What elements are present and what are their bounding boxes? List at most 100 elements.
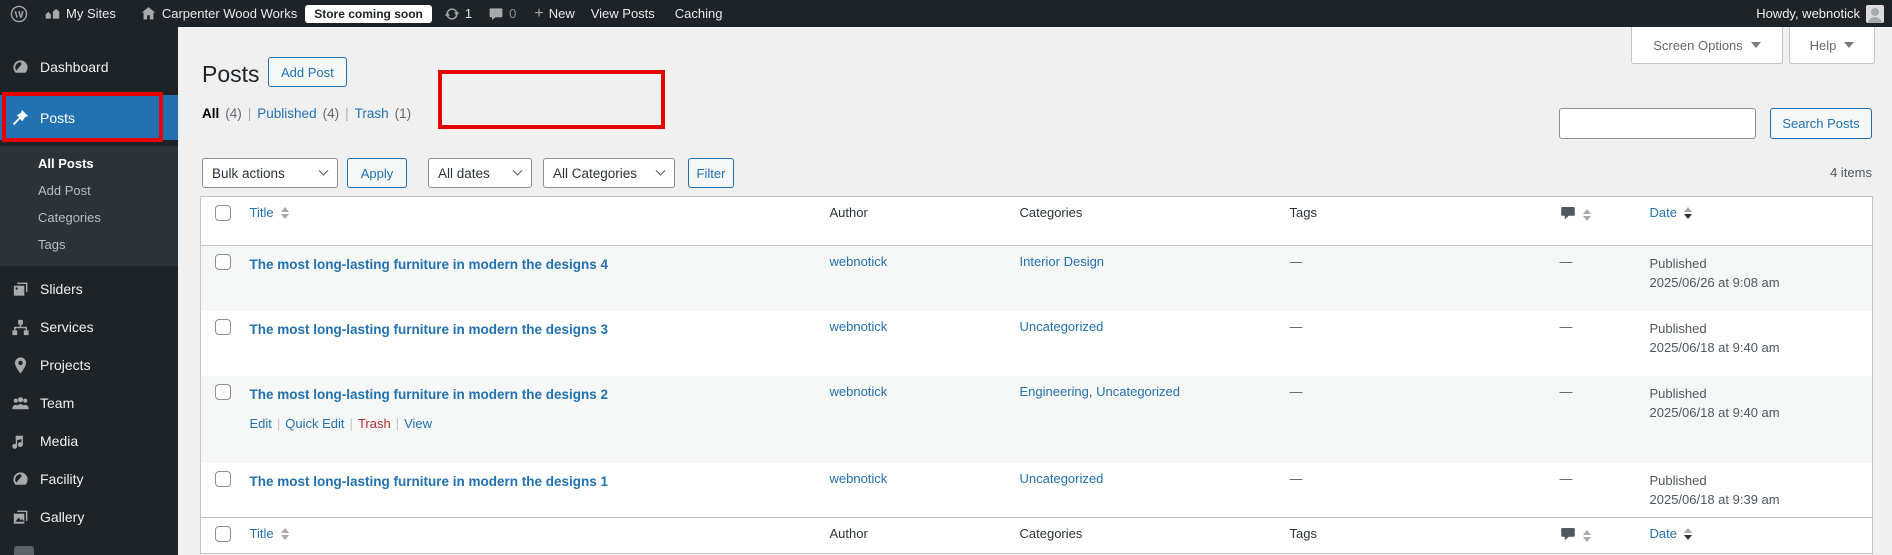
submenu-add-post[interactable]: Add Post [0,177,178,204]
tags-value: — [1289,254,1303,269]
sidebar-posts-label: Posts [40,109,76,126]
page-title: Posts [202,61,260,87]
sort-arrows-icon [280,206,289,219]
column-comments-sort[interactable] [1560,205,1591,224]
row-checkbox[interactable] [215,470,231,487]
row-checkbox[interactable] [215,383,231,400]
sidebar-item-gallery[interactable]: Gallery [0,498,178,536]
sidebar-item-dashboard[interactable]: Dashboard [0,48,178,86]
column-date-label: Date [1649,526,1677,541]
author-link[interactable]: webnotick [830,471,888,486]
caching-menu[interactable]: Caching [675,6,723,21]
screen-options-tab[interactable]: Screen Options [1631,27,1783,64]
network-icon [10,317,30,337]
new-menu[interactable]: + New [534,4,574,22]
bulk-actions-select[interactable]: Bulk actions [202,158,338,188]
post-status: Published [1649,320,1707,336]
view-posts-menu[interactable]: View Posts [591,6,655,21]
partial-menu-icon [14,546,34,555]
help-label: Help [1809,37,1837,53]
category-link[interactable]: Uncategorized [1020,319,1104,334]
trash-action[interactable]: Trash [358,416,391,431]
sidebar-item-team[interactable]: Team [0,384,178,422]
submenu-tags[interactable]: Tags [0,231,178,258]
search-posts-input[interactable] [1559,108,1756,139]
all-categories-select[interactable]: All Categories [543,158,675,188]
separator: | [349,415,353,431]
chevron-down-icon [655,165,666,176]
sort-arrows-icon [1683,527,1692,540]
plus-icon: + [534,4,544,22]
view-all-link[interactable]: All [202,106,219,121]
sort-arrows-icon [1582,529,1591,542]
edit-action[interactable]: Edit [250,416,272,431]
post-title-link[interactable]: The most long-lasting furniture in moder… [250,471,609,489]
updates-menu[interactable]: 1 [444,6,472,22]
my-sites-menu[interactable]: My Sites [44,5,116,22]
view-trash-link[interactable]: Trash [355,106,389,121]
view-published-link[interactable]: Published [257,106,316,121]
author-link[interactable]: webnotick [830,254,888,269]
slides-icon [10,279,30,299]
facility-gauge-icon [10,469,30,489]
sidebar-item-projects[interactable]: Projects [0,346,178,384]
help-tab[interactable]: Help [1789,27,1875,64]
sidebar-item-posts[interactable]: Posts [0,95,178,140]
post-title-link[interactable]: The most long-lasting furniture in moder… [250,254,609,272]
post-title-link[interactable]: The most long-lasting furniture in moder… [250,384,609,402]
row-checkbox[interactable] [215,318,231,335]
comments-value: — [1559,470,1573,486]
submenu-all-posts[interactable]: All Posts [0,150,178,177]
sidebar-item-sliders[interactable]: Sliders [0,270,178,308]
wordpress-logo-icon[interactable] [10,5,28,23]
sidebar-item-media[interactable]: Media [0,422,178,460]
post-status: Published [1649,385,1707,401]
update-icon [444,6,460,22]
submenu-categories[interactable]: Categories [0,204,178,231]
view-action[interactable]: View [404,416,432,431]
author-link[interactable]: webnotick [830,384,888,399]
column-date-sort[interactable]: Date [1650,205,1692,220]
column-comments-sort[interactable] [1560,526,1591,545]
main-content: Screen Options Help Posts Add Post All (… [178,27,1892,555]
author-link[interactable]: webnotick [830,319,888,334]
sidebar-media-label: Media [40,433,79,449]
apply-button[interactable]: Apply [347,158,407,188]
tags-value: — [1289,383,1303,399]
filter-button[interactable]: Filter [688,158,734,188]
annotation-box-add-post [438,70,665,129]
separator: | [395,415,400,431]
comment-count: 0 [509,6,517,21]
post-title-link[interactable]: The most long-lasting furniture in moder… [250,319,609,337]
column-tags-label: Tags [1289,205,1317,220]
column-date-sort[interactable]: Date [1650,526,1692,541]
row-checkbox[interactable] [215,254,231,270]
comments-column-icon [1560,205,1576,224]
account-menu[interactable]: Howdy, webnotick [1756,0,1884,27]
all-dates-value: All dates [438,165,490,181]
category-link[interactable]: Uncategorized [1096,384,1180,399]
site-name-menu[interactable]: Carpenter Wood Works [140,5,297,22]
quick-edit-action[interactable]: Quick Edit [285,416,344,431]
category-link[interactable]: Engineering [1020,384,1089,399]
view-trash-count: (1) [394,106,412,121]
column-title-sort[interactable]: Title [250,205,289,220]
post-status: Published [1649,256,1707,271]
column-title-sort[interactable]: Title [250,526,289,541]
comments-value: — [1559,254,1573,269]
category-link[interactable]: Interior Design [1020,254,1105,269]
all-dates-select[interactable]: All dates [428,158,532,188]
post-status: Published [1649,472,1707,488]
sidebar-item-services[interactable]: Services [0,308,178,346]
add-post-button[interactable]: Add Post [268,57,347,87]
select-all-checkbox[interactable] [215,526,231,542]
avatar [1866,4,1884,23]
comments-menu[interactable]: 0 [488,6,516,22]
category-link[interactable]: Uncategorized [1020,471,1104,486]
sidebar-item-facility[interactable]: Facility [0,460,178,498]
search-posts-button[interactable]: Search Posts [1770,108,1872,139]
store-coming-soon-badge: Store coming soon [305,4,432,23]
admin-sidebar: Dashboard Posts All Posts Add Post Categ… [0,27,178,555]
column-title-label: Title [249,205,274,220]
select-all-checkbox[interactable] [215,205,231,221]
